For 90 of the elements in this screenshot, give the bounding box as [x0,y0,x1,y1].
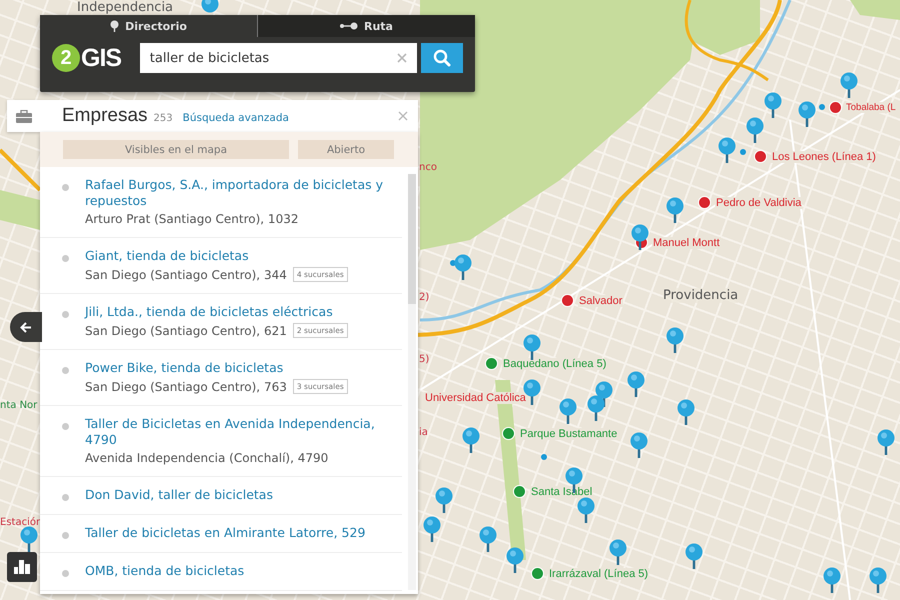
map-pin-icon[interactable] [587,395,605,421]
map-pin-icon[interactable] [746,117,764,143]
map-label: 2) [419,292,430,303]
map-label: nta Nor [0,400,38,411]
map-pin-icon[interactable] [523,334,541,360]
location-dot[interactable] [740,149,746,155]
station-label: Baquedano (Línea 5) [502,358,608,370]
search-button[interactable] [421,43,463,73]
tab[interactable]: Directorio [40,15,258,37]
map-pin-icon[interactable] [559,398,577,424]
map-pin-icon[interactable] [798,101,816,127]
logo: 2 GIS [52,44,134,72]
map-label: 5) [419,354,430,365]
map-pin-icon[interactable] [462,427,480,453]
company-link[interactable]: Rafael Burgos, S.A., importadora de bicicletas y repuestos [85,177,402,209]
map-pin-icon[interactable] [840,72,858,98]
map-pin-icon[interactable] [627,371,645,397]
map-label: Providencia [663,288,738,303]
map-pin-icon[interactable] [877,429,895,455]
station-label: Irarrázaval (Línea 5) [548,568,650,580]
company-link[interactable]: Jili, Ltda., tienda de bicicletas eléctricas [85,304,348,320]
map-label: nco [419,162,437,173]
results-title: Empresas [62,105,148,127]
buildings-button[interactable] [7,552,37,582]
company-link[interactable]: Don David, taller de bicicletas [85,487,273,503]
location-dot[interactable] [819,104,825,110]
search-icon [433,49,452,67]
map-pin-icon[interactable] [506,547,524,573]
station-label: Manuel Montt [652,236,721,248]
map-pin-icon[interactable] [479,526,497,552]
buildings-icon [14,560,30,574]
route-icon [340,22,358,30]
company-address: San Diego (Santiago Centro), 621 [85,324,287,338]
map-pin-icon[interactable] [666,197,684,223]
location-dot[interactable] [541,454,547,460]
map-label: Independencia [77,0,174,15]
park-area [850,0,900,20]
map-pin-icon[interactable] [454,254,472,280]
park-area [0,190,40,230]
map-pin-icon[interactable] [609,539,627,565]
map-pin-icon[interactable] [718,137,736,163]
company-link[interactable]: Taller de Bicicletas en Avenida Independencia, 4790 [85,416,402,448]
bullet-icon [62,255,69,262]
company-link[interactable]: Giant, tienda de bicicletas [85,248,348,264]
map-pin-icon[interactable] [423,516,441,542]
road [0,148,42,192]
station-label: Tobalaba (L [846,102,896,113]
map-pin-icon[interactable] [823,567,841,593]
map-pin-icon[interactable] [435,487,453,513]
map-pin-icon[interactable] [869,567,887,593]
map-pin-icon[interactable] [764,92,782,118]
scrollbar-thumb[interactable] [408,174,416,304]
map-pin-icon[interactable] [685,543,703,569]
arrow-left-icon [20,322,32,332]
company-link[interactable]: Taller de bicicletas en Almirante Latorre, 529 [85,525,366,541]
map-pin-icon[interactable] [577,497,595,523]
map-pin-icon[interactable] [677,399,695,425]
company-link[interactable]: OMB, tienda de bicicletas [85,563,244,579]
company-address: Arturo Prat (Santiago Centro), 1032 [85,212,298,226]
map-pin-icon[interactable] [666,327,684,353]
station-label: Santa Isabel [530,486,594,498]
bullet-icon [62,367,69,374]
advanced-search-link[interactable]: Búsqueda avanzada [182,112,289,124]
map-pin-icon[interactable] [631,224,649,250]
map-pin-icon[interactable] [630,432,648,458]
company-link[interactable]: Power Bike, tienda de bicicletas [85,360,348,376]
bullet-icon [62,494,69,501]
bullet-icon [62,423,69,430]
map-label: ia [419,427,428,438]
map-pin-icon[interactable] [20,526,38,552]
station-label: Parque Bustamante [519,428,618,440]
bullet-icon [62,184,69,191]
pin-icon [110,20,120,32]
back-button[interactable] [10,312,42,342]
company-address: Avenida Independencia (Conchalí), 4790 [85,451,328,465]
station-label: Salvador [578,294,624,306]
briefcase-icon [16,110,32,122]
bullet-icon [62,532,69,539]
filter-button[interactable]: Visibles en el mapa [63,140,289,159]
bullet-icon [62,570,69,577]
filter-button[interactable]: Abierto [298,140,394,159]
company-address: San Diego (Santiago Centro), 344 [85,268,287,282]
tab[interactable]: Ruta [258,15,475,37]
station-label: Los Leones (Línea 1) [771,150,877,162]
company-address: San Diego (Santiago Centro), 763 [85,380,287,394]
search-field[interactable]: taller de bicicletas [140,43,418,73]
results-count: 253 [154,112,173,124]
station-label: Pedro de Valdivia [715,196,802,208]
station-label: Universidad Católica [424,392,527,404]
bullet-icon [62,311,69,318]
